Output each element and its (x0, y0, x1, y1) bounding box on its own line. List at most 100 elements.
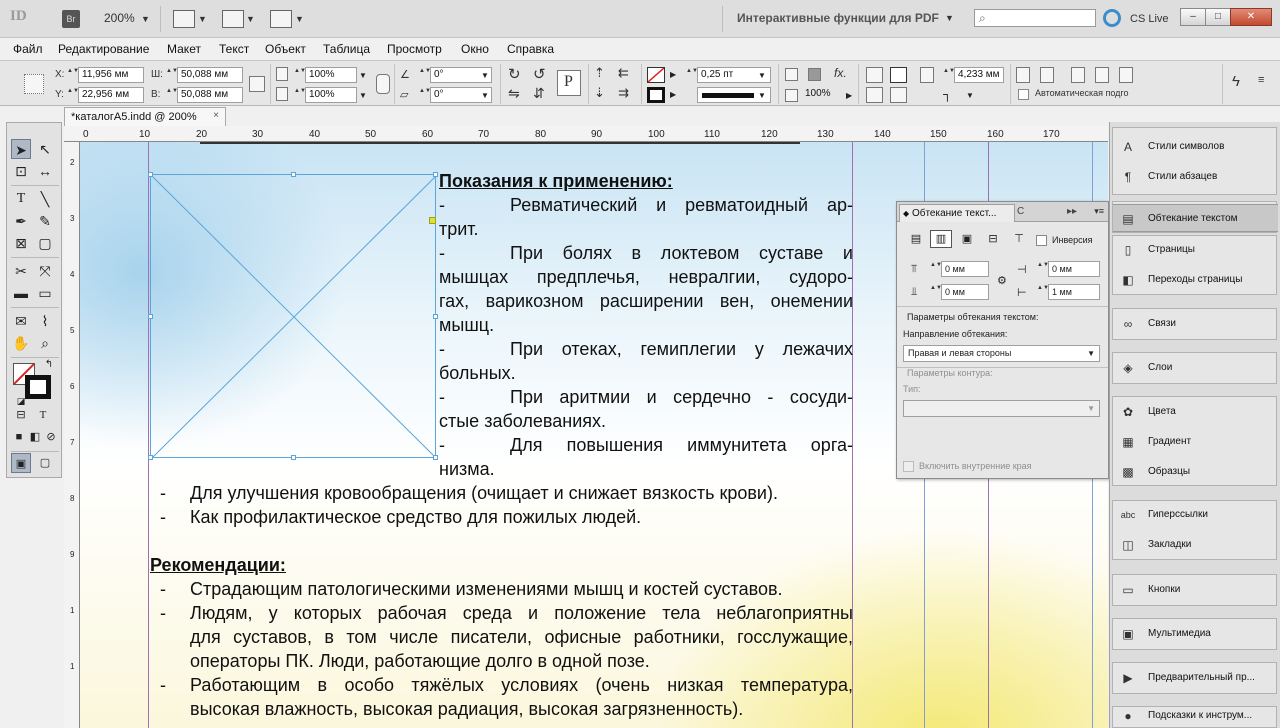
menu-window[interactable]: Окно (461, 42, 489, 56)
bottom-offset-stepper[interactable]: ▲▼ (930, 284, 942, 300)
resize-handle[interactable] (433, 455, 438, 460)
chevron-down-icon[interactable]: ▼ (359, 91, 367, 100)
document-tab[interactable]: *каталогА5.indd @ 200% × (64, 107, 226, 126)
x-stepper[interactable]: ▲▼ (67, 67, 79, 83)
resize-handle[interactable] (148, 172, 153, 177)
text-wrap-tab[interactable]: ◆ Обтекание текст... (899, 204, 1015, 222)
dock-item-swatches[interactable]: ▩ Образцы (1113, 458, 1278, 486)
top-offset-field[interactable]: 0 мм (941, 261, 989, 277)
fill-dropdown-icon[interactable]: ▶ (670, 70, 676, 79)
panel-menu-icon[interactable]: ≡ (1258, 74, 1264, 86)
jump-object-icon[interactable]: ⊟ (982, 230, 1004, 248)
right-offset-field[interactable]: 1 мм (1048, 284, 1100, 300)
chevron-down-icon[interactable]: ▼ (966, 91, 974, 100)
pencil-tool-icon[interactable]: ✎ (35, 211, 55, 231)
resize-handle[interactable] (433, 314, 438, 319)
secondary-tab[interactable]: С (1017, 206, 1024, 217)
workspace-dropdown-icon[interactable]: ▼ (945, 13, 954, 23)
dock-item-gradient[interactable]: ▦ Градиент (1113, 428, 1278, 456)
wrap-none-icon[interactable] (866, 67, 883, 83)
search-field[interactable]: ⌕ (974, 9, 1096, 27)
opacity-dropdown-icon[interactable]: ▶ (846, 91, 852, 100)
arrange-documents-icon[interactable] (270, 10, 292, 28)
dock-item-hyperlinks[interactable]: abc Гиперссылки (1113, 501, 1278, 529)
scale-y-field[interactable]: 100% (305, 87, 357, 103)
formatting-text-icon[interactable]: T (33, 405, 53, 425)
angle-stepper[interactable]: ▲▼ (419, 67, 431, 83)
height-stepper[interactable]: ▲▼ (166, 87, 178, 103)
gradient-swatch-tool-icon[interactable]: ▬ (11, 283, 31, 303)
resize-handle[interactable] (148, 455, 153, 460)
panel-menu-icon[interactable]: ▾≡ (1094, 206, 1104, 217)
workspace-switcher[interactable]: Интерактивные функции для PDF (737, 11, 939, 25)
menu-view[interactable]: Просмотр (387, 42, 442, 56)
dock-item-buttons[interactable]: ▭ Кнопки (1113, 576, 1278, 604)
menu-layout[interactable]: Макет (167, 42, 201, 56)
close-button[interactable]: ✕ (1230, 8, 1272, 26)
gap-tool-icon[interactable]: ↔ (35, 161, 55, 181)
jump-to-next-column-icon[interactable]: ⊤ (1008, 230, 1030, 248)
view-options-icon[interactable] (173, 10, 195, 28)
lightning-icon[interactable]: ϟ (1232, 73, 1240, 90)
chevron-down-icon[interactable]: ▼ (246, 14, 255, 24)
menu-file[interactable]: Файл (13, 42, 43, 56)
width-stepper[interactable]: ▲▼ (166, 67, 178, 83)
contour-type-select[interactable]: ▼ (903, 400, 1100, 417)
flip-vertical-icon[interactable]: ⇵ (533, 85, 545, 102)
left-offset-field[interactable]: 0 мм (1048, 261, 1100, 277)
auto-fit-checkbox[interactable] (1018, 89, 1029, 100)
gradient-feather-tool-icon[interactable]: ▭ (35, 283, 55, 303)
fit-content-proportionally-icon[interactable] (1095, 67, 1109, 83)
resize-handle[interactable] (433, 172, 438, 177)
direct-selection-tool-icon[interactable]: ↖ (35, 139, 55, 159)
swap-colors-icon[interactable]: ↰ (39, 355, 59, 375)
rectangle-tool-icon[interactable]: ▢ (35, 233, 55, 253)
opacity-field[interactable]: 100% (802, 87, 850, 103)
resize-handle[interactable] (148, 314, 153, 319)
dock-item-paragraph-styles[interactable]: ¶ Стили абзацев (1113, 163, 1278, 191)
normal-view-icon[interactable]: ▣ (11, 453, 31, 473)
rotate-ccw-icon[interactable]: ↺ (533, 65, 546, 83)
effects-shadow-icon[interactable] (808, 68, 821, 81)
bottom-offset-field[interactable]: 0 мм (941, 284, 989, 300)
screen-mode-icon[interactable] (222, 10, 244, 28)
flip-horizontal-icon[interactable]: ⇋ (508, 85, 520, 102)
right-offset-stepper[interactable]: ▲▼ (1037, 284, 1049, 300)
pen-tool-icon[interactable]: ✒ (11, 211, 31, 231)
type-tool-icon[interactable]: T (11, 189, 31, 209)
resize-handle[interactable] (291, 455, 296, 460)
fit-frame-to-content-icon[interactable] (1040, 67, 1054, 83)
dock-item-text-wrap[interactable]: ▤ Обтекание текстом (1113, 204, 1278, 232)
menu-edit[interactable]: Редактирование (58, 42, 149, 56)
chevron-down-icon[interactable]: ▼ (758, 71, 766, 80)
scale-y-stepper[interactable]: ▲▼ (294, 87, 306, 103)
menu-help[interactable]: Справка (507, 42, 554, 56)
dock-item-tool-hints[interactable]: ● Подсказки к инструм... (1113, 702, 1278, 728)
dock-item-page-transitions[interactable]: ◧ Переходы страницы (1113, 266, 1278, 294)
select-container-icon[interactable]: ⇡ (594, 65, 605, 81)
wrap-object-shape-icon[interactable] (866, 87, 883, 103)
fill-frame-proportionally-icon[interactable] (1071, 67, 1085, 83)
selection-tool-icon[interactable]: ➤ (11, 139, 31, 159)
constrain-scale-icon[interactable] (376, 74, 390, 94)
offset-field[interactable]: 4,233 мм (954, 67, 1004, 83)
wrap-to-select[interactable]: Правая и левая стороны ▼ (903, 345, 1100, 362)
offset-stepper[interactable]: ▲▼ (943, 67, 955, 83)
reference-point-icon[interactable] (24, 74, 44, 94)
link-offsets-icon[interactable]: ⚙ (997, 274, 1007, 287)
dock-item-bookmarks[interactable]: ◫ Закладки (1113, 531, 1278, 559)
chevron-down-icon[interactable]: ▼ (198, 14, 207, 24)
fill-swatch-icon[interactable] (647, 67, 665, 83)
y-position-field[interactable]: 22,956 мм (78, 87, 144, 103)
constrain-proportions-icon[interactable] (249, 76, 265, 92)
wrap-object-shape-icon[interactable]: ▣ (956, 230, 978, 248)
dock-item-links[interactable]: ∞ Связи (1113, 310, 1278, 338)
invert-checkbox[interactable] (1036, 235, 1047, 246)
menu-table[interactable]: Таблица (323, 42, 370, 56)
chevron-down-icon[interactable]: ▼ (295, 14, 304, 24)
fx-icon[interactable]: fx. (834, 66, 847, 80)
maximize-button[interactable]: □ (1205, 8, 1231, 26)
scale-x-stepper[interactable]: ▲▼ (294, 67, 306, 83)
chevron-down-icon[interactable]: ▼ (481, 91, 489, 100)
page-tool-icon[interactable]: ⊡ (11, 161, 31, 181)
